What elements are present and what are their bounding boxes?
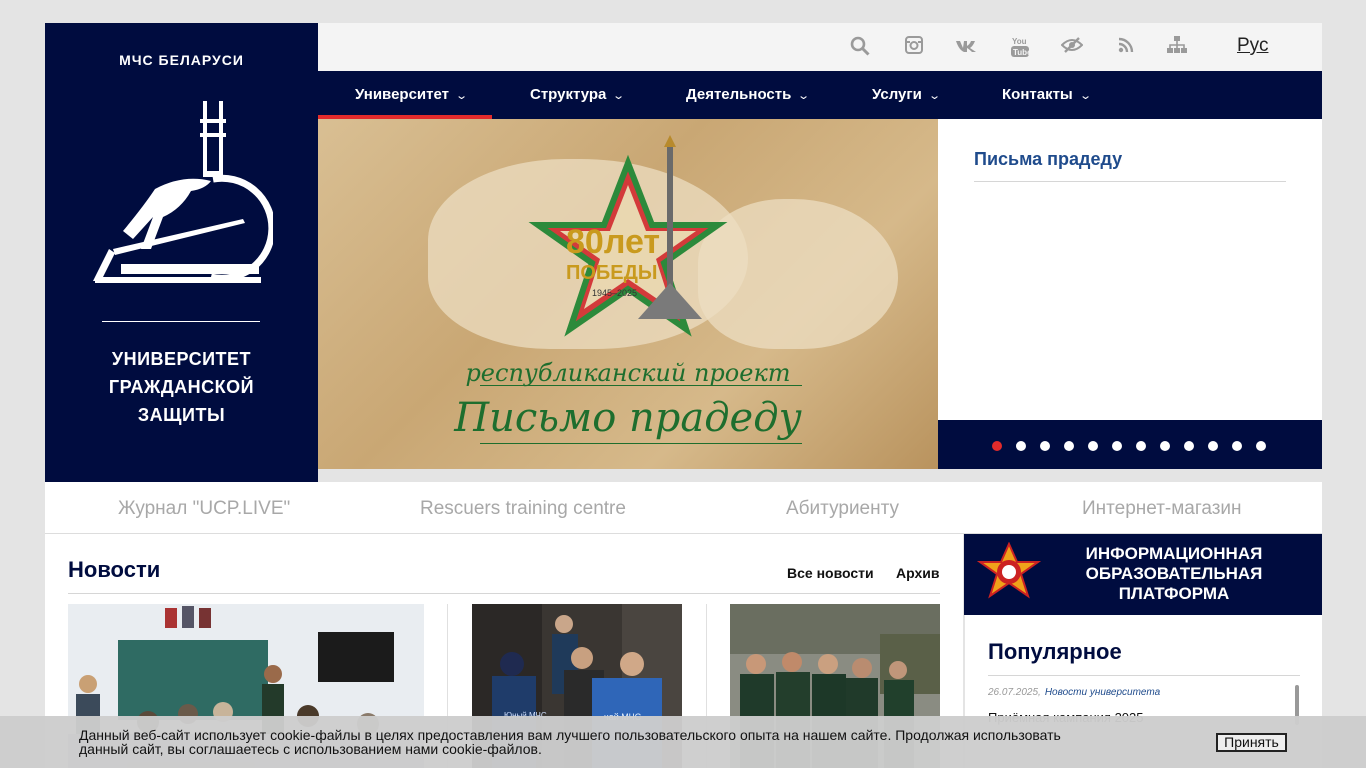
university-name-line2: ГРАЖДАНСКОЙ <box>108 377 255 397</box>
brand-panel[interactable]: МЧС БЕЛАРУСИ УНИВЕРСИТЕТ ГРАЖДАНСКОЙ ЗАЩ… <box>45 23 318 482</box>
caption-divider <box>974 181 1286 182</box>
accessibility-eye-icon[interactable] <box>1060 36 1084 58</box>
search-icon[interactable] <box>849 36 871 58</box>
svg-text:You: You <box>1012 37 1027 46</box>
hero-slide[interactable]: 80лет ПОБЕДЫ 1945–2025 республиканский п… <box>318 119 938 469</box>
cookie-accept-button[interactable]: Принять <box>1216 733 1287 752</box>
slider-dot[interactable] <box>1256 441 1266 451</box>
chevron-down-icon: ⌄ <box>797 90 811 102</box>
nav-item-university[interactable]: Университет ⌄ <box>355 71 469 119</box>
main-nav: Университет ⌄ Структура ⌄ Деятельность ⌄ Ус… <box>318 71 1322 119</box>
quick-link-shop[interactable]: Интернет-магазин <box>1082 498 1242 520</box>
popular-heading: Популярное <box>988 639 1122 664</box>
slide-letter-text: Письмо прадеду <box>454 395 802 441</box>
slide-caption-panel: Письма прадеду <box>938 119 1322 420</box>
sitemap-icon[interactable] <box>1166 36 1188 58</box>
slide-underline <box>480 385 802 386</box>
quick-links-bar: Журнал "UCP.LIVE" Rescuers training cent… <box>45 482 1322 534</box>
info-platform-line3: ПЛАТФОРМА <box>1118 584 1230 603</box>
svg-text:Tube: Tube <box>1013 48 1029 57</box>
slide-caption-title[interactable]: Письма прадеду <box>974 149 1122 170</box>
monument-emblem-icon <box>93 101 273 283</box>
quick-link-journal[interactable]: Журнал "UCP.LIVE" <box>118 498 290 520</box>
slider-dot[interactable] <box>1160 441 1170 451</box>
university-name-line3: ЗАЩИТЫ <box>137 405 226 425</box>
slider-dot[interactable] <box>1136 441 1146 451</box>
slider-dot[interactable] <box>1088 441 1098 451</box>
rss-icon[interactable] <box>1115 36 1137 58</box>
youtube-icon[interactable]: You Tube <box>1009 36 1032 58</box>
cookie-banner: Данный веб-сайт использует cookie-файлы … <box>0 716 1366 768</box>
slider-dot[interactable] <box>1016 441 1026 451</box>
university-name: УНИВЕРСИТЕТ ГРАЖДАНСКОЙ ЗАЩИТЫ <box>45 345 318 429</box>
emergency-star-icon <box>976 542 1042 599</box>
slide-underline <box>480 443 802 444</box>
slider-dot[interactable] <box>1208 441 1218 451</box>
quick-link-applicants[interactable]: Абитуриенту <box>786 498 899 520</box>
archive-link[interactable]: Архив <box>896 565 939 581</box>
chevron-down-icon: ⌄ <box>455 90 469 102</box>
nav-item-activity[interactable]: Деятельность ⌄ <box>686 71 811 119</box>
nav-item-label: Университет <box>355 86 449 103</box>
all-news-link[interactable]: Все новости <box>787 565 874 581</box>
vk-icon[interactable] <box>955 36 977 58</box>
popular-item-date: 26.07.2025, <box>988 687 1041 698</box>
slider-dot[interactable] <box>1064 441 1074 451</box>
nav-item-label: Услуги <box>872 86 922 103</box>
nav-item-label: Контакты <box>1002 86 1073 103</box>
slider-dot[interactable] <box>1184 441 1194 451</box>
info-platform-text: ИНФОРМАЦИОННАЯ ОБРАЗОВАТЕЛЬНАЯ ПЛАТФОРМА <box>1074 544 1274 604</box>
cookie-message: Данный веб-сайт использует cookie-файлы … <box>79 727 1061 757</box>
popular-item-category[interactable]: Новости университета <box>1045 687 1160 698</box>
info-platform-banner[interactable]: ИНФОРМАЦИОННАЯ ОБРАЗОВАТЕЛЬНАЯ ПЛАТФОРМА <box>964 534 1322 615</box>
university-name-line1: УНИВЕРСИТЕТ <box>111 349 252 369</box>
badge-word: ПОБЕДЫ <box>566 262 657 284</box>
language-switch[interactable]: Рус <box>1237 35 1268 57</box>
popular-item-meta: 26.07.2025, Новости университета <box>988 687 1160 698</box>
slider-pagination <box>938 420 1322 469</box>
chevron-down-icon: ⌄ <box>1078 90 1092 102</box>
org-name: МЧС БЕЛАРУСИ <box>119 52 244 68</box>
nav-item-contacts[interactable]: Контакты ⌄ <box>1002 71 1092 119</box>
slider-dot[interactable] <box>992 441 1002 451</box>
popular-divider <box>988 675 1300 676</box>
slider-dot[interactable] <box>1112 441 1122 451</box>
slider-dot[interactable] <box>1040 441 1050 451</box>
top-utility-bar: You Tube Рус <box>318 23 1322 71</box>
news-divider <box>68 593 940 594</box>
nav-item-services[interactable]: Услуги ⌄ <box>872 71 941 119</box>
nav-item-label: Структура <box>530 86 607 103</box>
instagram-icon[interactable] <box>903 36 925 58</box>
news-heading: Новости <box>68 557 161 582</box>
nav-item-label: Деятельность <box>686 86 792 103</box>
brand-divider <box>102 321 260 322</box>
info-platform-line2: ОБРАЗОВАТЕЛЬНАЯ <box>1085 564 1263 583</box>
quick-link-rescuers[interactable]: Rescuers training centre <box>420 498 626 520</box>
chevron-down-icon: ⌄ <box>928 90 941 102</box>
badge-range: 1945–2025 <box>592 288 637 298</box>
chevron-down-icon: ⌄ <box>612 90 626 102</box>
victory-star-icon: 80лет ПОБЕДЫ 1945–2025 <box>528 135 728 337</box>
nav-item-structure[interactable]: Структура ⌄ <box>530 71 626 119</box>
info-platform-line1: ИНФОРМАЦИОННАЯ <box>1085 544 1263 563</box>
slide-project-text: республиканский проект <box>465 359 791 387</box>
slider-dot[interactable] <box>1232 441 1242 451</box>
badge-years: 80лет <box>566 223 660 261</box>
